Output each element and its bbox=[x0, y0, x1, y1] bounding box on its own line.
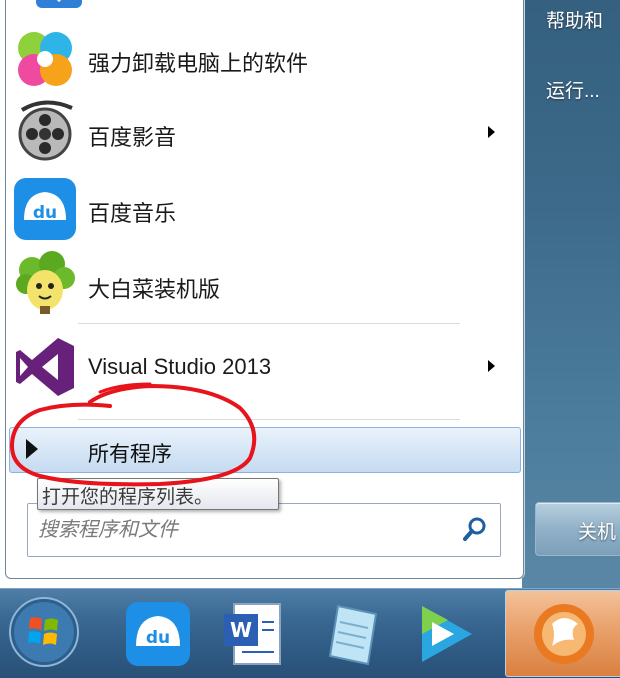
search-icon[interactable] bbox=[462, 516, 488, 542]
program-item-visual-studio[interactable]: Visual Studio 2013 bbox=[6, 330, 523, 404]
baidu-music-icon[interactable]: du bbox=[120, 596, 196, 672]
word-icon[interactable]: W bbox=[216, 596, 292, 672]
svg-text:W: W bbox=[230, 618, 252, 642]
visual-studio-icon bbox=[16, 338, 74, 396]
help-and-support-item[interactable]: 帮助和 bbox=[546, 6, 603, 33]
tooltip: 打开您的程序列表。 bbox=[37, 478, 279, 510]
program-item-uninstaller[interactable]: 强力卸载电脑上的软件 bbox=[6, 22, 523, 96]
baidu-music-icon: du bbox=[14, 178, 76, 240]
divider bbox=[78, 323, 460, 324]
film-reel-icon bbox=[18, 100, 73, 161]
svg-text:du: du bbox=[146, 628, 170, 648]
expand-arrow-icon bbox=[26, 439, 38, 459]
program-label: 百度音乐 bbox=[88, 201, 177, 226]
run-item[interactable]: 运行... bbox=[546, 76, 600, 103]
browser-icon[interactable] bbox=[526, 594, 602, 670]
program-label: Visual Studio 2013 bbox=[88, 354, 272, 379]
program-label: 强力卸载电脑上的软件 bbox=[88, 51, 309, 76]
shutdown-button[interactable]: 关机 bbox=[535, 502, 620, 556]
program-label: 大白菜装机版 bbox=[88, 277, 221, 302]
submenu-arrow-icon bbox=[488, 360, 495, 372]
cabbage-icon bbox=[16, 251, 75, 314]
start-orb-icon[interactable] bbox=[6, 594, 82, 670]
shutdown-label: 关机 bbox=[578, 522, 617, 543]
right-pane: 帮助和 运行... bbox=[522, 0, 620, 588]
program-item-baidu-player[interactable]: 百度影音 bbox=[6, 96, 523, 170]
all-programs-label: 所有程序 bbox=[88, 443, 172, 466]
video-play-icon[interactable] bbox=[408, 596, 484, 672]
pinwheel-icon bbox=[18, 32, 72, 86]
app-icon bbox=[36, 0, 82, 8]
tooltip-text: 打开您的程序列表。 bbox=[42, 487, 214, 508]
program-item-baidu-music[interactable]: du 百度音乐 bbox=[6, 172, 523, 246]
submenu-arrow-icon bbox=[488, 126, 495, 138]
search-box[interactable] bbox=[27, 503, 501, 557]
all-programs-button[interactable]: 所有程序 bbox=[9, 427, 521, 473]
divider bbox=[78, 419, 460, 420]
search-input[interactable] bbox=[36, 514, 450, 546]
program-label: 百度影音 bbox=[88, 125, 177, 150]
notepad-icon[interactable] bbox=[316, 596, 392, 672]
program-item-dabaicai[interactable]: 大白菜装机版 bbox=[6, 248, 523, 322]
svg-text:du: du bbox=[33, 203, 57, 223]
